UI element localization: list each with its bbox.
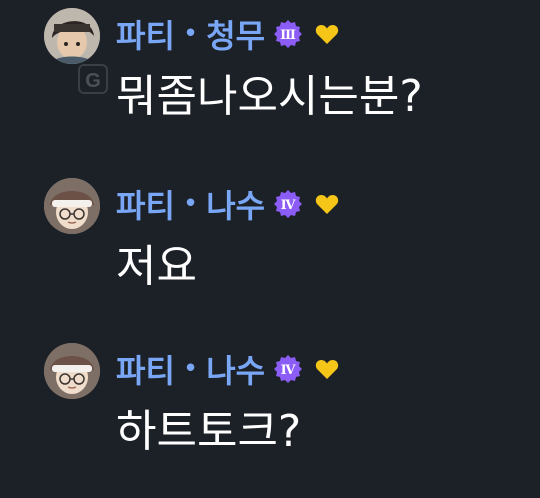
rank-label: Ⅳ (281, 198, 296, 213)
separator: • (182, 19, 199, 49)
chat-message: 파티 • 나수 Ⅳ 하트토크? (0, 335, 540, 475)
avatar[interactable] (44, 343, 100, 399)
team-name[interactable]: 파티 (116, 346, 175, 392)
message-text: 저요 (116, 241, 197, 292)
rank-badge-icon: Ⅲ (273, 19, 303, 49)
rank-label: Ⅳ (281, 363, 296, 378)
heart-icon (315, 194, 339, 214)
avatar-image (44, 8, 100, 64)
message-text: 하트토크? (116, 406, 302, 457)
message-text: 뭐좀나오시는분? (116, 71, 423, 122)
rank-label: Ⅲ (280, 28, 296, 43)
nickname[interactable]: 나수 (206, 181, 265, 227)
avatar-image (44, 178, 100, 234)
chat-list: G 파티 • 청무 Ⅲ 뭐좀나오시는분? 파티 • 나수 Ⅳ 저요 파티 • 나… (0, 0, 540, 498)
team-name[interactable]: 파티 (116, 181, 175, 227)
separator: • (182, 354, 199, 384)
rank-badge-icon: Ⅳ (273, 189, 303, 219)
avatar-image (44, 343, 100, 399)
nickname[interactable]: 청무 (206, 11, 265, 57)
heart-icon (315, 24, 339, 44)
heart-icon (315, 359, 339, 379)
separator: • (182, 189, 199, 219)
username-row: 파티 • 나수 Ⅳ (116, 347, 339, 391)
chat-message: G 파티 • 청무 Ⅲ 뭐좀나오시는분? (0, 0, 540, 140)
nickname[interactable]: 나수 (206, 346, 265, 392)
avatar[interactable] (44, 8, 100, 64)
rank-badge-icon: Ⅳ (273, 354, 303, 384)
username-row: 파티 • 청무 Ⅲ (116, 12, 339, 56)
chat-message: 파티 • 나수 Ⅳ 저요 (0, 170, 540, 310)
g-badge-icon: G (78, 64, 108, 94)
avatar[interactable] (44, 178, 100, 234)
team-name[interactable]: 파티 (116, 11, 175, 57)
username-row: 파티 • 나수 Ⅳ (116, 182, 339, 226)
